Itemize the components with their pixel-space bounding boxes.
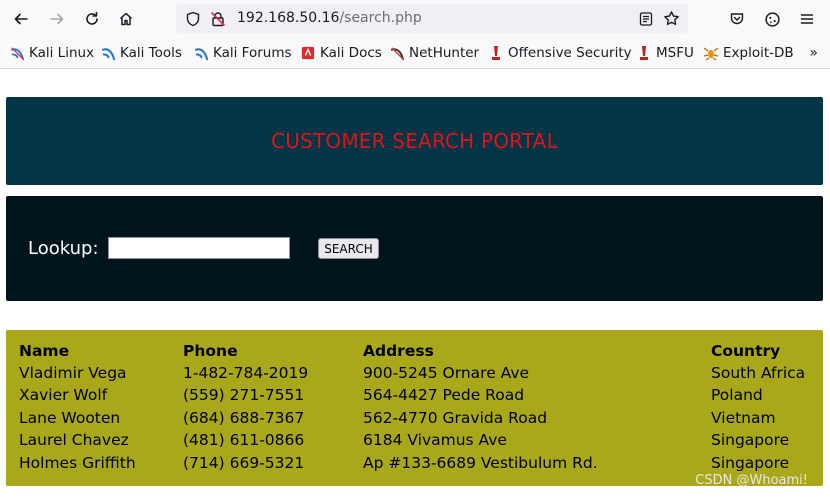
url-text[interactable]: 192.168.50.16/search.php (237, 10, 422, 26)
bookmark-label: Kali Docs (320, 45, 382, 61)
url-path: /search.php (339, 10, 422, 26)
cell-name: Vladimir Vega (19, 364, 127, 382)
cell-country: Singapore (711, 454, 790, 472)
bookmark-nethunter[interactable]: NetHunter (389, 44, 479, 62)
extensions-button[interactable] (760, 7, 784, 31)
msfu-icon (636, 45, 652, 61)
cell-country: Poland (711, 386, 763, 404)
cell-address: 6184 Vivamus Ave (363, 431, 507, 449)
cell-phone: (481) 611-0866 (183, 431, 305, 449)
cookie-extension-icon (764, 11, 780, 27)
column-header-phone: Phone (183, 342, 238, 360)
bookmark-kali-tools[interactable]: Kali Tools (100, 44, 182, 62)
pocket-button[interactable] (725, 7, 749, 31)
page-title: CUSTOMER SEARCH PORTAL (271, 129, 558, 153)
bookmark-kali-linux[interactable]: Kali Linux (9, 44, 94, 62)
bookmark-label: MSFU (656, 45, 694, 61)
browser-toolbar: 192.168.50.16/search.php (0, 0, 830, 37)
cell-name: Lane Wooten (19, 409, 121, 427)
reader-view-icon[interactable] (637, 10, 654, 27)
cell-country: South Africa (711, 364, 806, 382)
column-header-name: Name (19, 342, 70, 360)
hamburger-menu-icon (800, 14, 814, 24)
exploit-db-icon (703, 45, 719, 61)
home-icon (119, 12, 133, 26)
bookmark-label: Kali Tools (120, 45, 182, 61)
bookmarks-overflow-button[interactable]: » (809, 45, 818, 61)
bookmark-label: NetHunter (409, 45, 480, 61)
cell-address: 562-4770 Gravida Road (363, 409, 548, 427)
url-host: 192.168.50.16 (237, 10, 340, 26)
bookmark-label: Exploit-DB (723, 45, 794, 61)
cell-address: 900-5245 Ornare Ave (363, 364, 530, 382)
cell-phone: (559) 271-7551 (183, 386, 305, 404)
menu-button[interactable] (795, 7, 819, 31)
forward-arrow-icon (50, 13, 64, 25)
cell-phone: (714) 669-5321 (183, 454, 305, 472)
kali-dragon-icon (9, 45, 25, 61)
cell-address: 564-4427 Pede Road (363, 386, 525, 404)
lookup-input[interactable] (108, 237, 290, 259)
home-button[interactable] (114, 7, 138, 31)
cell-address: Ap #133-6689 Vestibulum Rd. (363, 454, 598, 472)
kali-docs-icon (300, 45, 316, 61)
nethunter-icon (389, 45, 405, 61)
cell-name: Holmes Griffith (19, 454, 136, 472)
bookmark-msfu[interactable]: MSFU (636, 44, 694, 62)
bookmark-label: Kali Forums (213, 45, 292, 61)
bookmark-kali-forums[interactable]: Kali Forums (193, 44, 292, 62)
cell-country: Singapore (711, 431, 790, 449)
cell-country: Vietnam (711, 409, 776, 427)
bookmark-offensive-security[interactable]: Offensive Security (488, 44, 632, 62)
column-header-address: Address (363, 342, 434, 360)
results-table: Name Phone Address Country Vladimir Vega… (6, 330, 823, 486)
cell-name: Laurel Chavez (19, 431, 129, 449)
reload-button[interactable] (80, 7, 104, 31)
pocket-icon (730, 13, 744, 25)
cell-name: Xavier Wolf (19, 386, 108, 404)
cell-phone: (684) 688-7367 (183, 409, 305, 427)
kali-forums-icon (193, 45, 209, 61)
url-bar[interactable]: 192.168.50.16/search.php (176, 4, 688, 33)
shield-icon[interactable] (184, 10, 201, 27)
back-arrow-icon (14, 13, 28, 25)
cell-phone: 1-482-784-2019 (183, 364, 309, 382)
offensive-security-icon (488, 45, 504, 61)
bookmarks-toolbar: Kali Linux Kali Tools Kali Forums Kali D… (0, 37, 830, 69)
portal-header: CUSTOMER SEARCH PORTAL (6, 97, 823, 185)
kali-tools-icon (100, 45, 116, 61)
bookmark-kali-docs[interactable]: Kali Docs (300, 44, 382, 62)
insecure-lock-icon[interactable] (209, 10, 226, 27)
lookup-form: Lookup: SEARCH (6, 196, 823, 301)
bookmark-label: Kali Linux (29, 45, 95, 61)
watermark: CSDN @Whoami! (695, 473, 808, 488)
back-button[interactable] (9, 7, 33, 31)
reload-icon (86, 11, 98, 25)
column-header-country: Country (711, 342, 781, 360)
forward-button[interactable] (45, 7, 69, 31)
bookmark-star-icon[interactable] (663, 10, 680, 27)
search-button[interactable]: SEARCH (318, 238, 379, 259)
bookmark-label: Offensive Security (508, 45, 632, 61)
lookup-label: Lookup: (28, 238, 99, 259)
bookmark-exploit-db[interactable]: Exploit-DB (703, 44, 794, 62)
